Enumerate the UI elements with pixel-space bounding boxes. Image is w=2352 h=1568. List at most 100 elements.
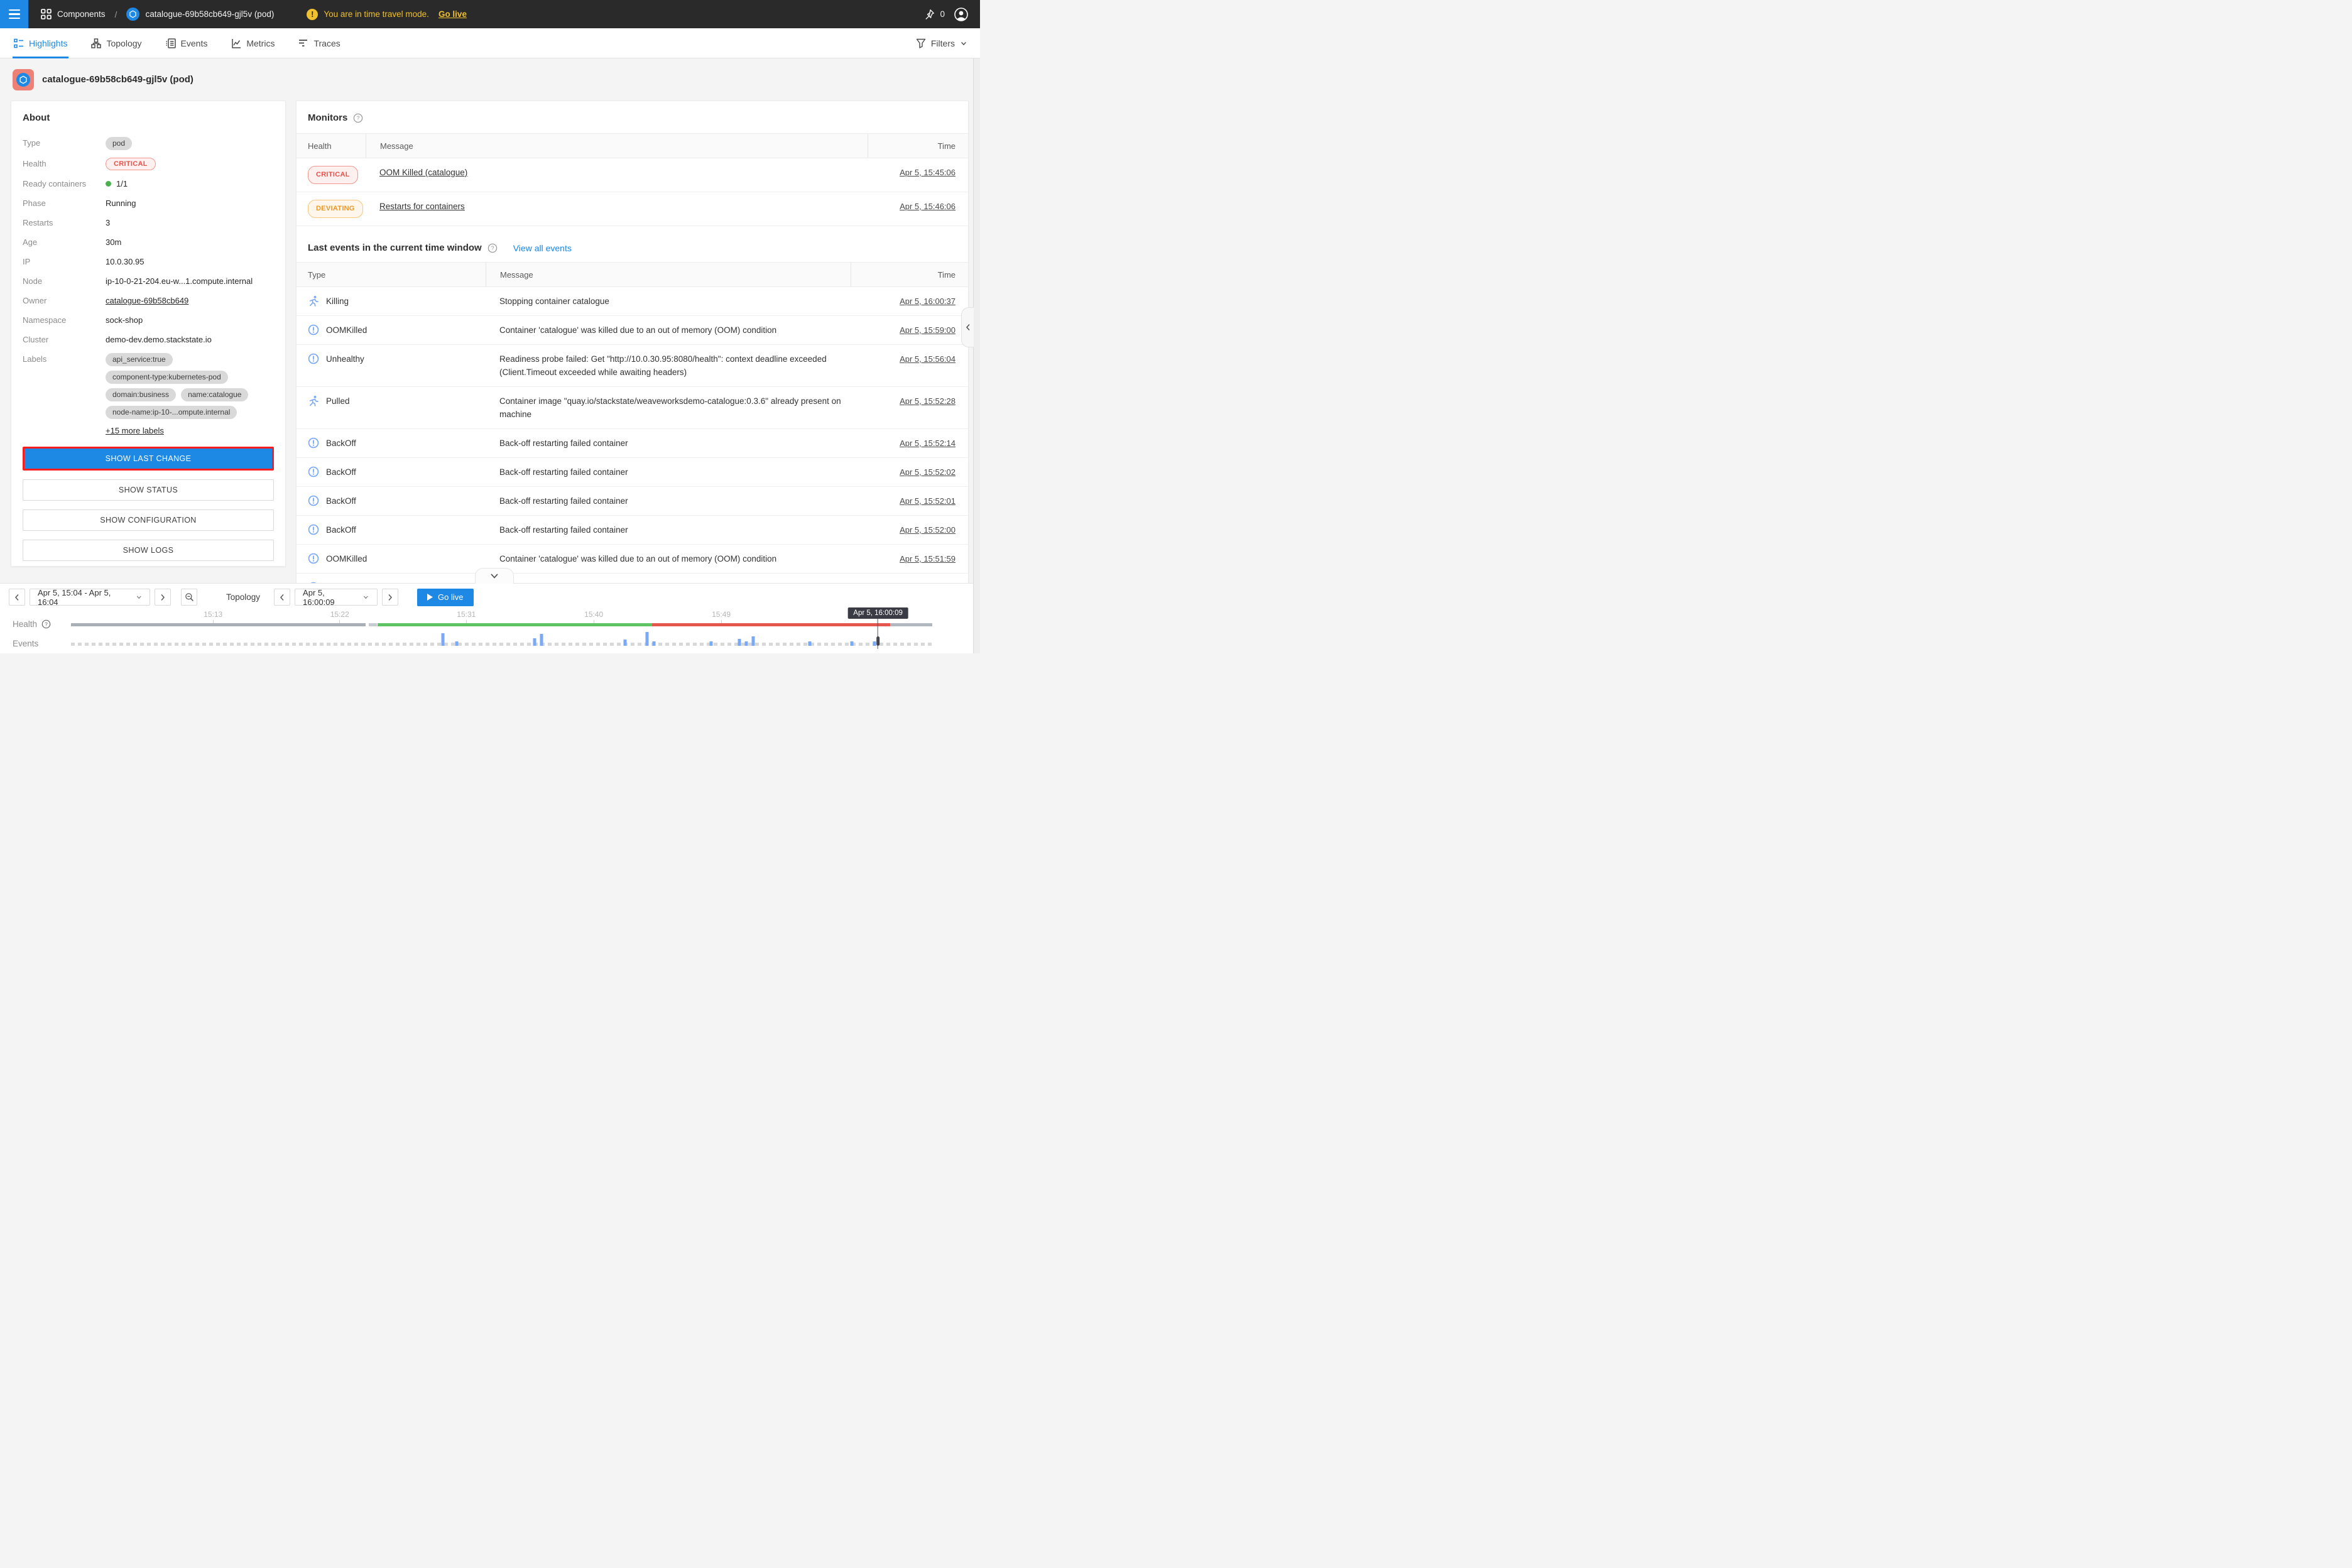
- view-tabs: Highlights Topology Events Metrics Trace…: [0, 28, 980, 58]
- event-time-link[interactable]: Apr 5, 15:52:01: [900, 496, 956, 506]
- pin-counter[interactable]: 0: [923, 9, 945, 20]
- time-travel-marker[interactable]: Apr 5, 16:00:09: [847, 607, 908, 649]
- breadcrumb-section[interactable]: Components: [57, 9, 106, 19]
- event-type: BackOff: [326, 466, 356, 479]
- event-bar[interactable]: [653, 641, 656, 646]
- tab-events[interactable]: Events: [165, 28, 209, 58]
- tab-label: Highlights: [29, 38, 67, 48]
- tab-traces[interactable]: Traces: [297, 28, 341, 58]
- timeline-panel: Apr 5, 15:04 - Apr 5, 16:04 Topology Apr…: [0, 583, 973, 653]
- tab-label: Events: [181, 38, 208, 48]
- help-icon[interactable]: ?: [41, 619, 51, 629]
- event-time-link[interactable]: Apr 5, 15:52:14: [900, 438, 956, 448]
- warning-icon: !: [307, 9, 318, 20]
- ready-status-dot: [106, 181, 111, 187]
- event-bar[interactable]: [540, 634, 543, 646]
- event-type: Pulled: [326, 395, 350, 408]
- event-bar[interactable]: [533, 638, 536, 646]
- event-bar[interactable]: [646, 632, 649, 646]
- svg-text:?: ?: [357, 115, 360, 121]
- filter-funnel-icon: [916, 38, 926, 48]
- event-time-link[interactable]: Apr 5, 16:00:37: [900, 297, 956, 306]
- event-time-link[interactable]: Apr 5, 15:51:59: [900, 554, 956, 564]
- event-bar[interactable]: [744, 641, 748, 646]
- health-timeline[interactable]: [71, 623, 932, 626]
- show-configuration-button[interactable]: SHOW CONFIGURATION: [23, 509, 274, 531]
- event-row: BackOffBack-off restarting failed contai…: [297, 458, 968, 487]
- alert-circle-icon: [308, 437, 319, 449]
- monitor-time-link[interactable]: Apr 5, 15:46:06: [900, 202, 956, 211]
- about-field-owner: Owner catalogue-69b58cb649: [23, 295, 274, 307]
- event-bar[interactable]: [623, 640, 626, 646]
- alert-circle-icon: [308, 495, 319, 506]
- show-status-button[interactable]: SHOW STATUS: [23, 479, 274, 501]
- events-icon: [166, 38, 176, 48]
- pod-entity-icon: [13, 69, 34, 90]
- timeline-track[interactable]: 15:1315:2215:3115:4015:49 Apr 5, 16:00:0…: [71, 584, 932, 654]
- runner-icon: [308, 395, 319, 406]
- alert-circle-icon: [308, 324, 319, 335]
- owner-link[interactable]: catalogue-69b58cb649: [106, 296, 188, 305]
- view-all-events-link[interactable]: View all events: [513, 243, 572, 253]
- right-panel-strip: [973, 58, 980, 653]
- event-bar[interactable]: [455, 641, 459, 646]
- monitors-table-header: Health Message Time: [297, 133, 968, 158]
- event-type: BackOff: [326, 523, 356, 536]
- event-bar[interactable]: [709, 641, 712, 646]
- svg-text:?: ?: [491, 245, 494, 251]
- monitor-message-link[interactable]: Restarts for containers: [379, 202, 465, 211]
- page-header: catalogue-69b58cb649-gjl5v (pod): [0, 58, 973, 101]
- event-type: OOMKilled: [326, 324, 367, 337]
- chevron-left-icon: [14, 594, 20, 601]
- help-icon[interactable]: ?: [353, 113, 363, 123]
- tab-highlights[interactable]: Highlights: [13, 28, 68, 58]
- go-live-link[interactable]: Go live: [438, 9, 467, 19]
- monitor-message-link[interactable]: OOM Killed (catalogue): [379, 168, 467, 177]
- tab-topology[interactable]: Topology: [90, 28, 143, 58]
- help-icon[interactable]: ?: [487, 243, 498, 253]
- event-bar[interactable]: [808, 641, 812, 646]
- event-row: BackOffBack-off restarting failed contai…: [297, 516, 968, 545]
- menu-icon[interactable]: [0, 0, 28, 28]
- about-field-cluster: Cluster demo-dev.demo.stackstate.io: [23, 334, 274, 346]
- filters-button[interactable]: Filters: [916, 38, 967, 48]
- about-field-node: Node ip-10-0-21-204.eu-w...1.compute.int…: [23, 275, 274, 287]
- page-title: catalogue-69b58cb649-gjl5v (pod): [42, 74, 193, 85]
- event-time-link[interactable]: Apr 5, 15:52:00: [900, 525, 956, 535]
- event-time-link[interactable]: Apr 5, 15:59:00: [900, 325, 956, 335]
- range-prev-button[interactable]: [9, 589, 25, 606]
- health-segment: [369, 623, 376, 626]
- event-time-link[interactable]: Apr 5, 15:52:28: [900, 396, 956, 406]
- about-field-namespace: Namespace sock-shop: [23, 314, 274, 326]
- about-field-phase: Phase Running: [23, 197, 274, 209]
- more-labels-link[interactable]: +15 more labels: [106, 426, 164, 435]
- marker-drag-handle[interactable]: [876, 636, 879, 646]
- svg-text:?: ?: [45, 621, 48, 627]
- event-row: PulledContainer image "quay.io/stackstat…: [297, 387, 968, 429]
- event-time-link[interactable]: Apr 5, 15:52:02: [900, 467, 956, 477]
- event-type: OOMKilled: [326, 552, 367, 565]
- show-logs-button[interactable]: SHOW LOGS: [23, 540, 274, 561]
- tab-label: Topology: [106, 38, 141, 48]
- event-bar[interactable]: [738, 639, 741, 646]
- event-message: Container 'catalogue' was killed due to …: [499, 325, 776, 335]
- event-message: Stopping container catalogue: [499, 297, 609, 306]
- monitor-time-link[interactable]: Apr 5, 15:45:06: [900, 168, 956, 177]
- event-row: OOMKilledContainer 'catalogue' was kille…: [297, 545, 968, 574]
- event-bar[interactable]: [751, 636, 754, 646]
- time-travel-message: You are in time travel mode.: [324, 9, 429, 19]
- events-table-header: Type Message Time: [297, 262, 968, 287]
- time-travel-banner: ! You are in time travel mode. Go live: [307, 9, 467, 20]
- show-last-change-button[interactable]: SHOW LAST CHANGE: [23, 447, 274, 471]
- health-state-badge: DEVIATING: [308, 200, 363, 218]
- event-bar[interactable]: [442, 633, 445, 646]
- event-time-link[interactable]: Apr 5, 15:56:04: [900, 354, 956, 364]
- health-segment: [71, 623, 366, 626]
- tab-label: Metrics: [246, 38, 275, 48]
- health-axis-label: Health ?: [13, 619, 51, 629]
- collapse-right-panel-handle[interactable]: [961, 307, 974, 347]
- collapse-timeline-handle[interactable]: [475, 568, 514, 584]
- avatar[interactable]: [954, 7, 969, 22]
- label-chip: node-name:ip-10-...ompute.internal: [106, 406, 237, 419]
- tab-metrics[interactable]: Metrics: [230, 28, 276, 58]
